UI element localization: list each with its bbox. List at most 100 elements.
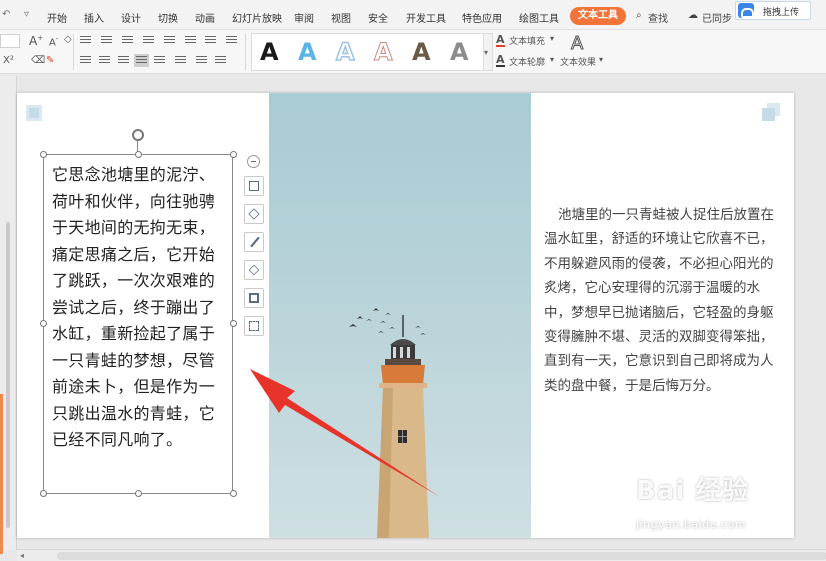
- corner-decoration: [762, 103, 780, 121]
- paragraph-spacing-icon[interactable]: [175, 56, 186, 65]
- superscript-icon[interactable]: X²: [3, 55, 14, 66]
- text-effects-icon[interactable]: A: [570, 33, 583, 55]
- tab-slideshow[interactable]: 幻灯片放映: [232, 10, 282, 25]
- selected-text-box[interactable]: 它思念池塘里的泥泞、荷叶和伙伴，向往驰骋于天地间的无拘无束，痛定思痛之后，它开始…: [43, 154, 233, 494]
- text-outline-icon[interactable]: A: [496, 54, 505, 67]
- align-right-icon[interactable]: [118, 56, 129, 65]
- text-style-1[interactable]: A: [260, 37, 279, 67]
- tab-transitions[interactable]: 切换: [158, 10, 178, 25]
- baidu-jingyan-watermark: Bai 经验 jingyan.baidu.com: [634, 470, 784, 542]
- text-fill-button[interactable]: 文本填充: [509, 34, 545, 47]
- outline-icon: [249, 293, 259, 303]
- align-text-icon[interactable]: [205, 36, 216, 45]
- tab-developer[interactable]: 开发工具: [406, 10, 446, 25]
- scroll-left-icon[interactable]: ◂: [20, 551, 24, 560]
- fill-button[interactable]: [244, 260, 264, 280]
- text-effects-button[interactable]: 文本效果: [560, 55, 596, 68]
- tab-drawing-tools[interactable]: 绘图工具: [519, 10, 559, 25]
- resize-handle-tl[interactable]: [40, 151, 47, 158]
- paragraph-settings-icon[interactable]: [196, 56, 207, 65]
- increase-indent-icon[interactable]: [143, 36, 154, 45]
- rotate-handle[interactable]: [132, 129, 144, 141]
- lighthouse-photo[interactable]: [269, 93, 531, 538]
- text-style-4[interactable]: A: [374, 37, 394, 67]
- ribbon-toolbar: A+ A- ◇ X² ⌫ ✎ A A A A A A A 文本填充 ▾ A 文本…: [0, 30, 826, 74]
- resize-handle-b[interactable]: [135, 490, 142, 497]
- search-label[interactable]: 查找: [648, 10, 668, 25]
- text-format-button[interactable]: [244, 176, 264, 196]
- resize-handle-r[interactable]: [230, 320, 237, 327]
- resize-handle-l[interactable]: [40, 320, 47, 327]
- text-style-2[interactable]: A: [298, 37, 317, 67]
- text-style-5[interactable]: A: [412, 37, 431, 67]
- text-direction-icon[interactable]: [164, 36, 175, 45]
- align-left-icon[interactable]: [80, 56, 91, 65]
- eraser-icon[interactable]: ⌫: [31, 55, 45, 66]
- tab-design[interactable]: 设计: [121, 10, 141, 25]
- line-spacing-icon[interactable]: [226, 36, 237, 45]
- undo-icon[interactable]: ↶: [2, 9, 10, 20]
- layers-icon: [248, 208, 260, 220]
- resize-handle-bl[interactable]: [40, 490, 47, 497]
- font-size-field[interactable]: [0, 34, 20, 48]
- floating-toolbar: [244, 155, 266, 336]
- text-style-6[interactable]: A: [450, 37, 469, 67]
- ribbon-separator: [73, 34, 74, 70]
- font-grow-button[interactable]: A+: [29, 34, 43, 48]
- resize-handle-tr[interactable]: [230, 151, 237, 158]
- thumbnail-pane: [0, 76, 17, 554]
- tab-security[interactable]: 安全: [368, 10, 388, 25]
- sync-label[interactable]: 已同步: [702, 10, 732, 25]
- text-outline-button[interactable]: 文本轮廓: [509, 55, 545, 68]
- pen-button[interactable]: [244, 232, 264, 252]
- horizontal-scrollbar[interactable]: ◂: [17, 549, 826, 561]
- lighthouse-illustration: [349, 308, 429, 538]
- tab-text-tools[interactable]: 文本工具: [570, 7, 626, 25]
- text-format-icon: [249, 181, 259, 191]
- outline-button[interactable]: [244, 288, 264, 308]
- tab-start[interactable]: 开始: [47, 10, 67, 25]
- text-fill-dropdown-icon[interactable]: ▾: [550, 34, 554, 43]
- text-box-icon: [249, 321, 259, 331]
- watermark-brand: Bai 经验: [636, 476, 750, 506]
- vertical-scrollbar[interactable]: [6, 222, 10, 528]
- columns-icon[interactable]: [185, 36, 196, 45]
- text-outline-dropdown-icon[interactable]: ▾: [550, 55, 554, 64]
- right-paragraph[interactable]: 池塘里的一只青蛙被人捉住后放置在温水缸里，舒适的环境让它欣喜不已，不用躲避风雨的…: [544, 203, 776, 398]
- distributed-icon[interactable]: [154, 56, 165, 65]
- birds: [349, 308, 426, 335]
- smart-art-icon[interactable]: [215, 56, 226, 65]
- align-center-icon[interactable]: [99, 56, 110, 65]
- tab-insert[interactable]: 插入: [84, 10, 104, 25]
- text-style-3[interactable]: A: [335, 37, 355, 67]
- text-box-button[interactable]: [244, 316, 264, 336]
- tab-view[interactable]: 视图: [331, 10, 351, 25]
- font-shrink-button[interactable]: A-: [49, 35, 58, 48]
- menu-bar: ↶ ▿ 开始 插入 设计 切换 动画 幻灯片放映 审阅 视图 安全 开发工具 特…: [0, 0, 826, 30]
- numbered-list-icon[interactable]: [101, 36, 112, 45]
- resize-handle-t[interactable]: [135, 151, 142, 158]
- collapse-toolbar-button[interactable]: [247, 155, 260, 168]
- upload-label: 拖拽上传: [763, 8, 800, 18]
- left-paragraph[interactable]: 它思念池塘里的泥泞、荷叶和伙伴，向往驰骋于天地间的无拘无束，痛定思痛之后，它开始…: [52, 162, 230, 454]
- tab-special-apps[interactable]: 特色应用: [462, 10, 502, 25]
- clear-format-icon[interactable]: ◇: [64, 34, 72, 45]
- gallery-more-button[interactable]: [484, 33, 493, 71]
- upload-button[interactable]: 拖拽上传: [735, 1, 811, 20]
- horizontal-scroll-thumb[interactable]: [57, 552, 826, 560]
- highlight-icon[interactable]: ✎: [46, 55, 54, 66]
- corner-decoration: [26, 105, 42, 121]
- tab-review[interactable]: 审阅: [294, 10, 314, 25]
- resize-handle-br[interactable]: [230, 490, 237, 497]
- quick-access-dropdown-icon[interactable]: ▿: [24, 9, 29, 20]
- justify-icon[interactable]: [134, 54, 149, 67]
- text-effects-dropdown-icon[interactable]: ▾: [599, 55, 603, 64]
- ribbon-separator: [245, 34, 246, 70]
- tab-animations[interactable]: 动画: [195, 10, 215, 25]
- search-icon[interactable]: ⌕: [636, 10, 642, 21]
- layers-button[interactable]: [244, 204, 264, 224]
- decrease-indent-icon[interactable]: [122, 36, 133, 45]
- sync-icon[interactable]: ☁: [688, 10, 698, 21]
- bullet-list-icon[interactable]: [80, 36, 91, 45]
- text-fill-icon[interactable]: A: [496, 34, 505, 47]
